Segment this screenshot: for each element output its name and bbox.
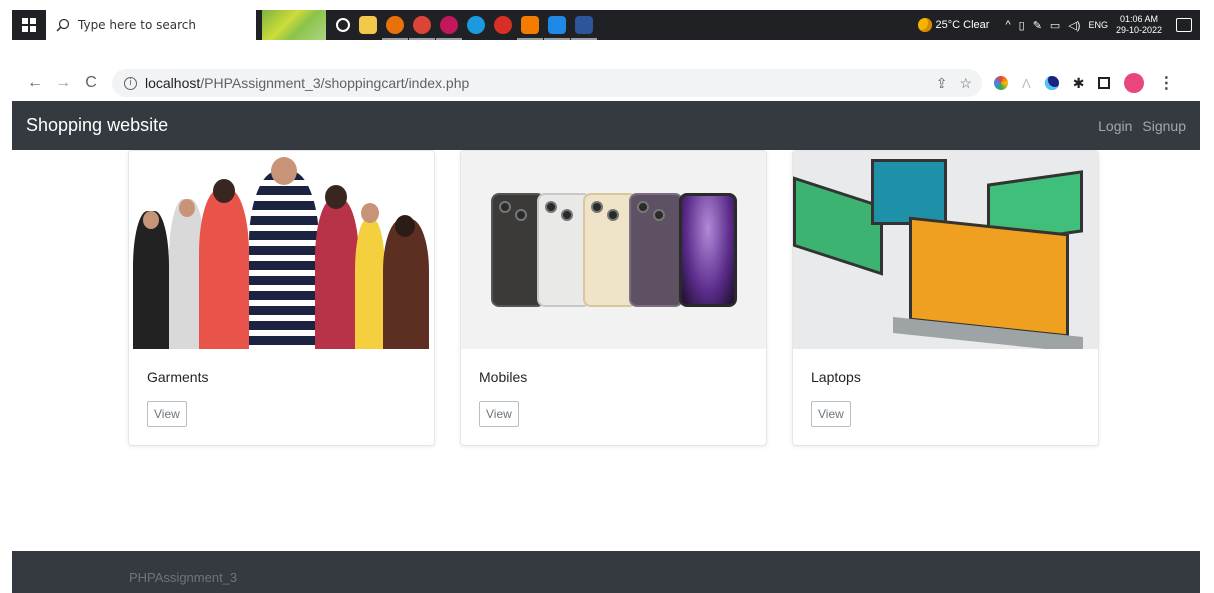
site-footer: PHPAssignment_3: [12, 551, 1200, 593]
more-menu-icon[interactable]: ⋮: [1158, 73, 1174, 93]
garments-image: [129, 151, 434, 349]
file-explorer-icon[interactable]: [359, 16, 377, 34]
product-card-laptops: Laptops View: [792, 150, 1099, 446]
color-extension-icon[interactable]: [994, 76, 1008, 90]
login-link[interactable]: Login: [1098, 118, 1132, 134]
weather-widget[interactable]: 25°C Clear: [917, 18, 990, 32]
signup-link[interactable]: Signup: [1142, 118, 1186, 134]
address-bar[interactable]: i localhost/PHPAssignment_3/shoppingcart…: [112, 69, 982, 97]
brand-link[interactable]: Shopping website: [26, 115, 168, 136]
edge-icon[interactable]: [467, 16, 485, 34]
weather-text: 25°C Clear: [935, 19, 990, 31]
url-host: localhost: [145, 75, 201, 91]
chrome-icon[interactable]: [382, 16, 408, 40]
chrome-profile-3-icon[interactable]: [494, 16, 512, 34]
product-card-mobiles: Mobiles View: [460, 150, 767, 446]
taskbar-search-box[interactable]: Type here to search: [46, 10, 256, 40]
screen: Type here to search 25°C Clear ^ ▯ ✎ ▭ ◁…: [0, 0, 1214, 593]
taskbar-search-placeholder: Type here to search: [78, 18, 196, 32]
chrome-profile-2-icon[interactable]: [436, 16, 462, 40]
notification-icon[interactable]: [1176, 18, 1192, 32]
clock[interactable]: 01:06 AM 29-10-2022: [1116, 14, 1162, 36]
share-icon[interactable]: ⇪: [936, 75, 948, 92]
vpn-extension-icon[interactable]: [1044, 76, 1059, 90]
cortana-icon[interactable]: [336, 18, 350, 32]
reload-icon[interactable]: C: [80, 72, 102, 94]
chevron-up-icon[interactable]: ^: [1005, 19, 1010, 31]
product-card-garments: Garments View: [128, 150, 435, 446]
puzzle-icon[interactable]: ✱: [1073, 75, 1085, 92]
card-title: Laptops: [811, 369, 861, 385]
windows-taskbar: Type here to search 25°C Clear ^ ▯ ✎ ▭ ◁…: [12, 10, 1200, 40]
xampp-icon[interactable]: [517, 16, 543, 40]
card-title: Mobiles: [479, 369, 528, 385]
vscode-icon[interactable]: [544, 16, 570, 40]
windows-logo-icon: [22, 18, 36, 32]
url-path: /PHPAssignment_3/shoppingcart/index.php: [200, 75, 470, 91]
site-navbar: Shopping website Login Signup: [12, 101, 1200, 150]
card-title: Garments: [147, 369, 209, 385]
mobiles-image: [461, 151, 766, 349]
view-laptops-button[interactable]: View: [811, 401, 851, 427]
language-indicator[interactable]: ENG: [1088, 20, 1108, 30]
battery-icon[interactable]: ▭: [1050, 19, 1060, 32]
forward-arrow-icon[interactable]: →: [52, 72, 74, 94]
volume-icon[interactable]: ◁): [1068, 19, 1080, 32]
clock-date: 29-10-2022: [1115, 25, 1162, 35]
clock-time: 01:06 AM: [1119, 14, 1158, 24]
footer-text: PHPAssignment_3: [129, 570, 238, 585]
laptops-image: [793, 151, 1098, 349]
url-text: localhost/PHPAssignment_3/shoppingcart/i…: [145, 75, 469, 91]
pen-icon[interactable]: ✎: [1033, 19, 1042, 32]
view-mobiles-button[interactable]: View: [479, 401, 519, 427]
word-icon[interactable]: [571, 16, 597, 40]
search-icon: [56, 18, 70, 32]
view-garments-button[interactable]: View: [147, 401, 187, 427]
moon-icon: [917, 18, 932, 32]
search-highlight-image[interactable]: [262, 10, 326, 40]
back-arrow-icon[interactable]: ←: [24, 72, 46, 94]
info-icon[interactable]: i: [124, 76, 137, 90]
a-extension-icon[interactable]: Λ: [1022, 76, 1031, 91]
device-icon[interactable]: ▯: [1019, 19, 1025, 32]
star-icon[interactable]: ☆: [959, 75, 972, 92]
browser-toolbar: ← → C i localhost/PHPAssignment_3/shoppi…: [12, 66, 1212, 100]
chrome-profile-icon[interactable]: [409, 16, 435, 40]
avatar[interactable]: [1124, 73, 1145, 93]
sidebar-icon[interactable]: [1098, 77, 1111, 89]
start-button[interactable]: [12, 10, 46, 40]
